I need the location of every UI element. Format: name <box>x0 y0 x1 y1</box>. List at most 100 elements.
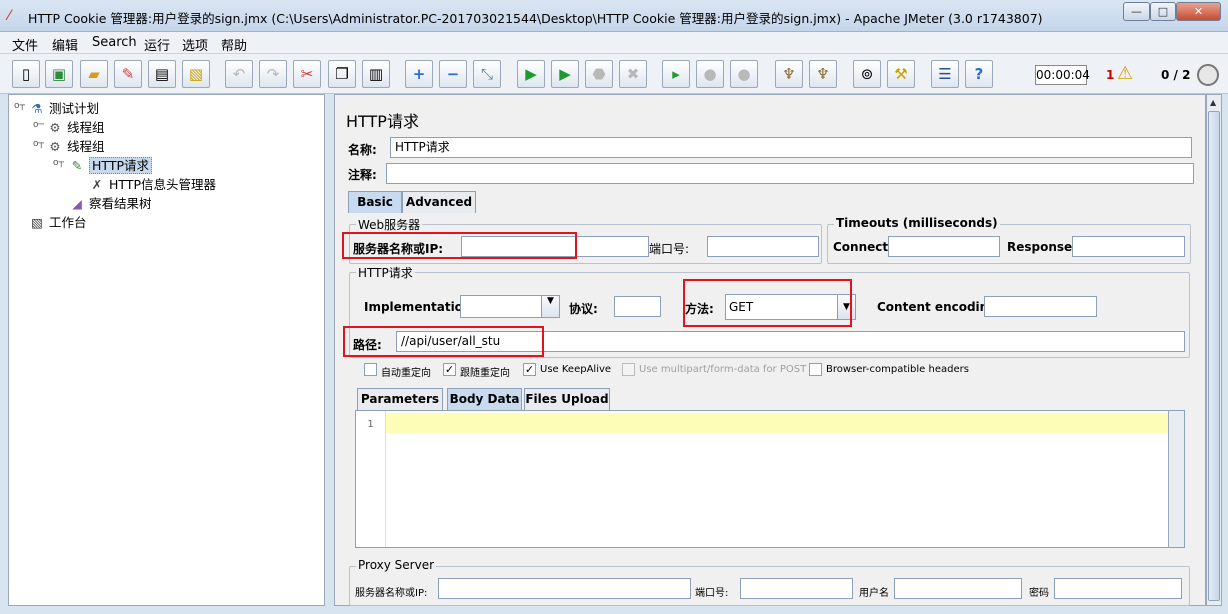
tree-item-test-plan[interactable]: ⚗ 测试计划 <box>29 98 99 117</box>
maximize-button[interactable]: □ <box>1150 2 1176 21</box>
protocol-label: 协议: <box>569 302 598 316</box>
toggle-icon[interactable]: ⤡ <box>473 60 501 88</box>
tree-item-thread-group-1[interactable]: ⚙ 线程组 <box>47 117 104 136</box>
panel-heading: HTTP请求 <box>346 112 419 131</box>
redo-icon[interactable]: ↷ <box>259 60 287 88</box>
tree-item-http-request[interactable]: ✎ HTTP请求 <box>69 155 152 174</box>
reset-search-icon[interactable]: ⚒ <box>887 60 915 88</box>
close-file-icon[interactable]: ✎ <box>114 60 142 88</box>
remote-start-icon[interactable]: ▸ <box>662 60 690 88</box>
multipart-checkbox[interactable] <box>622 363 635 376</box>
tree-item-thread-group-2[interactable]: ⚙ 线程组 <box>47 136 104 155</box>
close-button[interactable]: ✕ <box>1176 2 1221 21</box>
name-field[interactable]: HTTP请求 <box>390 137 1192 158</box>
tab-body-data[interactable]: Body Data <box>447 388 522 410</box>
menu-search[interactable]: Search <box>92 35 137 50</box>
menu-run[interactable]: 运行 <box>144 35 170 54</box>
connect-label: Connect: <box>833 240 893 254</box>
start-icon[interactable]: ▶ <box>517 60 545 88</box>
graph-icon: ◢ <box>72 196 82 211</box>
panel-scrollbar[interactable]: ▲ <box>1206 94 1222 606</box>
connect-timeout-field[interactable] <box>888 236 1000 257</box>
workbench-icon: ▧ <box>31 215 43 230</box>
remote-shutdown-icon[interactable]: ● <box>730 60 758 88</box>
clear-all-icon[interactable]: ♆ <box>809 60 837 88</box>
warning-icon[interactable]: ⚠ <box>1117 63 1133 84</box>
content-encoding-label: Content encoding: <box>877 300 1002 314</box>
open-icon[interactable]: ▰ <box>80 60 108 88</box>
tab-basic[interactable]: Basic <box>348 191 402 213</box>
window-title: HTTP Cookie 管理器:用户登录的sign.jmx (C:\Users\… <box>28 11 1043 26</box>
stop-icon[interactable]: ⬣ <box>585 60 613 88</box>
keepalive-label: Use KeepAlive <box>540 364 612 375</box>
body-data-editor[interactable]: 1 <box>355 410 1185 548</box>
tree-toggle-icon[interactable]: o┬ <box>33 139 44 149</box>
tree-item-results-tree[interactable]: ◢ 察看结果树 <box>69 193 151 212</box>
protocol-field[interactable] <box>614 296 661 317</box>
help-icon[interactable]: ? <box>965 60 993 88</box>
chevron-down-icon[interactable]: ▼ <box>541 296 559 317</box>
content-encoding-field[interactable] <box>984 296 1097 317</box>
menu-edit[interactable]: 编辑 <box>52 35 78 54</box>
tree-item-header-manager[interactable]: ✗ HTTP信息头管理器 <box>89 174 216 193</box>
shutdown-icon[interactable]: ✖ <box>619 60 647 88</box>
gear-icon: ⚙ <box>49 120 61 135</box>
tree-toggle-icon[interactable]: o┬ <box>14 101 25 111</box>
response-timeout-field[interactable] <box>1072 236 1185 257</box>
tree-item-workbench[interactable]: ▧ 工作台 <box>29 212 86 231</box>
jmeter-feather-icon: ⁄ <box>8 8 11 24</box>
auto-redirect-checkbox[interactable] <box>364 363 377 376</box>
remote-globe-icon[interactable] <box>1197 64 1219 86</box>
pane-splitter[interactable] <box>326 94 334 606</box>
proxy-user-field[interactable] <box>894 578 1022 599</box>
comment-label: 注释: <box>348 168 377 182</box>
http-request-legend: HTTP请求 <box>356 264 415 281</box>
menu-file[interactable]: 文件 <box>12 35 38 54</box>
keepalive-checkbox[interactable]: ✓ <box>523 363 536 376</box>
implementation-dropdown[interactable]: ▼ <box>460 295 560 318</box>
proxy-port-field[interactable] <box>740 578 853 599</box>
annotation-box-server <box>342 232 577 259</box>
editor-scrollbar[interactable] <box>1168 411 1184 547</box>
cut-icon[interactable]: ✂ <box>293 60 321 88</box>
menu-help[interactable]: 帮助 <box>221 35 247 54</box>
save-snapshot-icon[interactable]: ▧ <box>182 60 210 88</box>
scroll-thumb[interactable] <box>1208 111 1220 601</box>
browser-headers-checkbox[interactable] <box>809 363 822 376</box>
undo-icon[interactable]: ↶ <box>225 60 253 88</box>
port-label: 端口号: <box>649 242 690 256</box>
copy-icon[interactable]: ❐ <box>328 60 356 88</box>
paste-icon[interactable]: ▥ <box>362 60 390 88</box>
remote-stop-icon[interactable]: ● <box>696 60 724 88</box>
tab-parameters[interactable]: Parameters <box>357 388 443 410</box>
save-icon[interactable]: ▤ <box>148 60 176 88</box>
tree-toggle-icon[interactable]: o─ <box>33 120 44 130</box>
proxy-port-label: 端口号: <box>695 588 729 599</box>
flask-icon: ⚗ <box>31 101 43 116</box>
browser-headers-label: Browser-compatible headers <box>826 364 969 375</box>
clear-icon[interactable]: ♆ <box>775 60 803 88</box>
templates-icon[interactable]: ▣ <box>45 60 73 88</box>
new-icon[interactable]: ▯ <box>12 60 40 88</box>
search-icon[interactable]: ⊚ <box>853 60 881 88</box>
collapse-all-icon[interactable]: − <box>439 60 467 88</box>
tree-toggle-icon[interactable]: o┬ <box>53 158 64 168</box>
function-helper-icon[interactable]: ☰ <box>931 60 959 88</box>
gear-icon: ⚙ <box>49 139 61 154</box>
proxy-server-field[interactable] <box>438 578 691 599</box>
comment-field[interactable] <box>386 163 1194 184</box>
title-bar: ⁄ HTTP Cookie 管理器:用户登录的sign.jmx (C:\User… <box>0 0 1228 32</box>
tab-files-upload[interactable]: Files Upload <box>524 388 610 410</box>
tab-advanced[interactable]: Advanced <box>402 191 476 213</box>
scroll-up-icon[interactable]: ▲ <box>1210 98 1216 107</box>
menu-options[interactable]: 选项 <box>182 35 208 54</box>
proxy-password-label: 密码 <box>1029 588 1049 599</box>
proxy-password-field[interactable] <box>1054 578 1182 599</box>
start-no-pauses-icon[interactable]: ▶ <box>551 60 579 88</box>
name-label: 名称: <box>348 143 377 157</box>
expand-all-icon[interactable]: + <box>405 60 433 88</box>
minimize-button[interactable]: — <box>1123 2 1150 21</box>
test-plan-tree: o┬ ⚗ 测试计划 o─ ⚙ 线程组 o┬ ⚙ 线程组 o┬ ✎ HTTP请求 ✗ HTT… <box>8 94 325 606</box>
follow-redirect-checkbox[interactable]: ✓ <box>443 363 456 376</box>
port-field[interactable] <box>707 236 819 257</box>
